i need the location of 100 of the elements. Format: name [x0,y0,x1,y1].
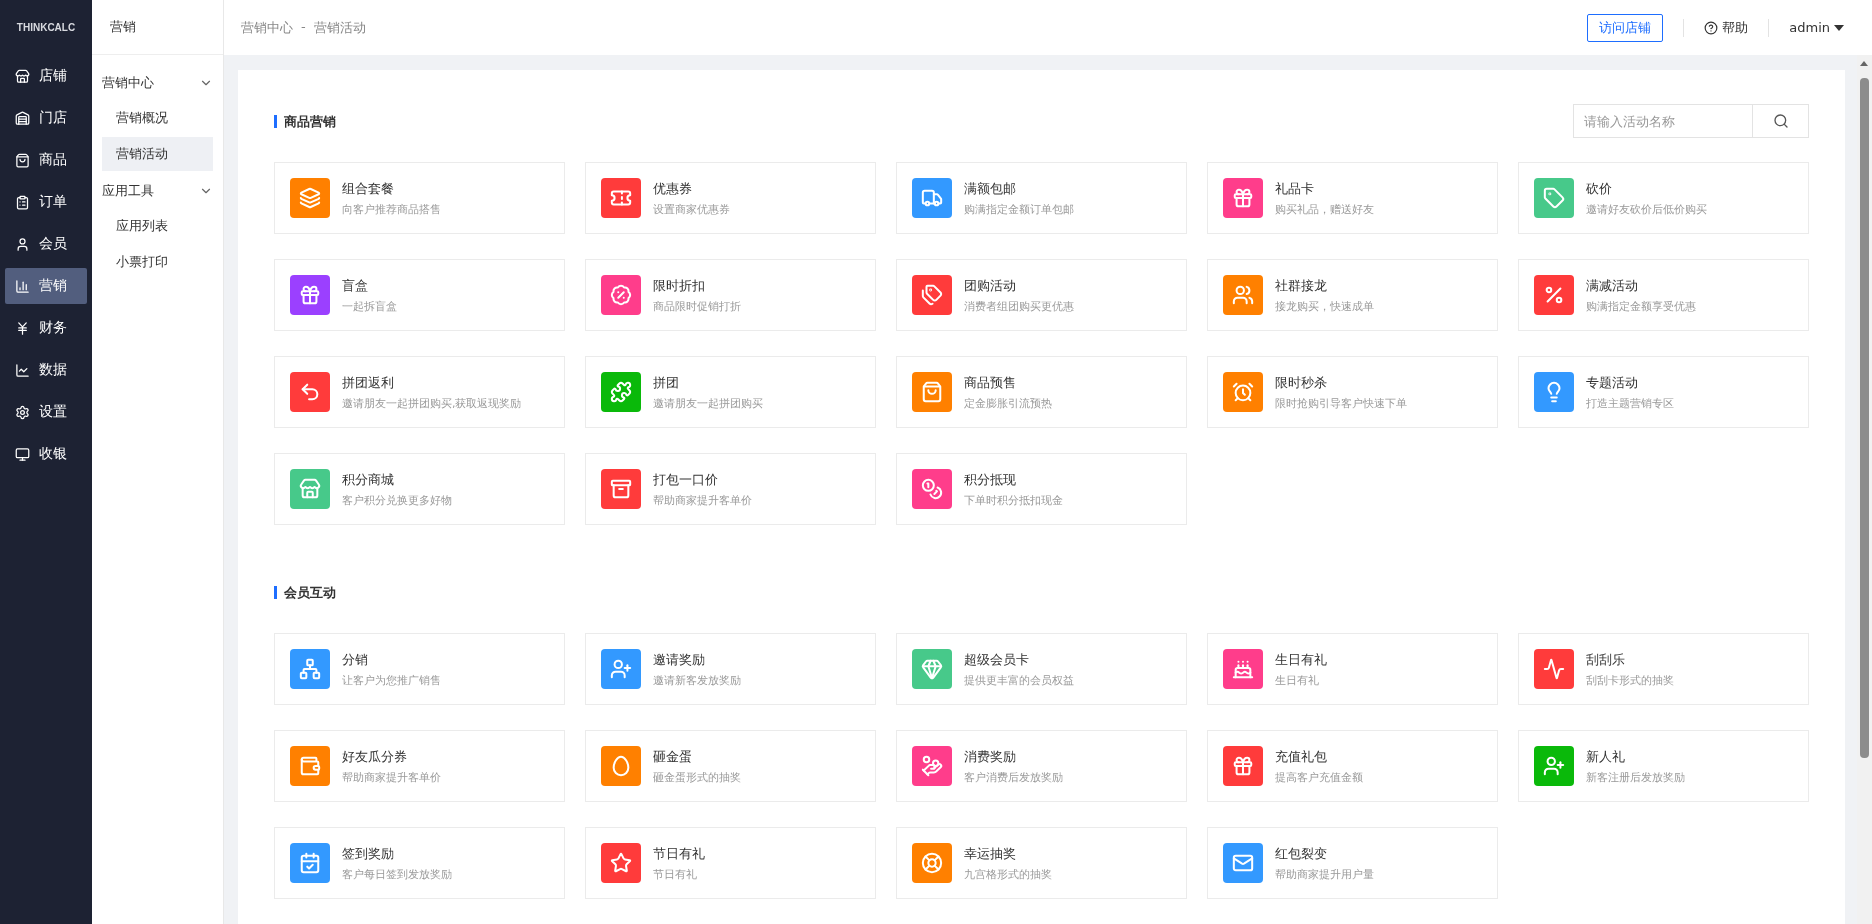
activity-description: 消费者组团购买更优惠 [964,298,1074,314]
activity-description: 设置商家优惠券 [653,201,730,217]
activity-card[interactable]: 好友瓜分券 帮助商家提升客单价 [274,730,565,802]
activity-description: 客户积分兑换更多好物 [342,492,452,508]
activity-card[interactable]: 刮刮乐 刮刮卡形式的抽奖 [1518,633,1809,705]
activity-title: 红包裂变 [1275,844,1328,863]
activity-card[interactable]: 砍价 邀请好友砍价后低价购买 [1518,162,1809,234]
activity-description: 下单时积分抵扣现金 [964,492,1063,508]
activity-card[interactable]: 邀请奖励 邀请新客发放奖励 [585,633,876,705]
activity-card[interactable]: 积分商城 客户积分兑换更多好物 [274,453,565,525]
activity-title: 限时折扣 [653,276,706,295]
activity-card[interactable]: 组合套餐 向客户推荐商品搭售 [274,162,565,234]
activity-title: 团购活动 [964,276,1017,295]
visit-store-button[interactable]: 访问店铺 [1587,13,1664,42]
puzzle-icon [610,381,632,403]
activity-title: 优惠券 [653,179,693,198]
activity-description: 限时抢购引导客户快速下单 [1275,395,1407,411]
search-field[interactable]: 请输入活动名称 [1573,104,1753,138]
submenu-title: 营销 [92,0,223,55]
activity-description: 向客户推荐商品搭售 [342,201,441,217]
nav-item[interactable]: 营销 [5,268,87,304]
search-button[interactable] [1753,104,1809,138]
monitor-icon [15,446,30,462]
user-menu[interactable]: admin [1789,20,1844,35]
section-title: 会员互动 [274,585,336,599]
nav-item[interactable]: 财务 [5,310,87,346]
activity-card[interactable]: 礼品卡 购买礼品，赠送好友 [1207,162,1498,234]
activity-description: 节日有礼 [653,866,698,882]
activity-card[interactable]: 消费奖励 客户消费后发放奖励 [896,730,1187,802]
activity-card[interactable]: 新人礼 新客注册后发放奖励 [1518,730,1809,802]
activity-card[interactable]: 专题活动 打造主题营销专区 [1518,356,1809,428]
activity-title: 超级会员卡 [964,650,1030,669]
activity-card[interactable]: 幸运抽奖 九宫格形式的抽奖 [896,827,1187,899]
submenu-item[interactable]: 营销概况 [102,101,213,135]
activity-title: 好友瓜分券 [342,747,408,766]
activity-description: 商品限时促销打折 [653,298,741,314]
activity-card[interactable]: 满减活动 购满指定金额享受优惠 [1518,259,1809,331]
activity-card[interactable]: 超级会员卡 提供更丰富的会员权益 [896,633,1187,705]
submenu-item[interactable]: 应用列表 [102,209,213,243]
activity-card[interactable]: 充值礼包 提高客户充值金额 [1207,730,1498,802]
activity-card[interactable]: 生日有礼 生日有礼 [1207,633,1498,705]
activity-description: 新客注册后发放奖励 [1586,769,1685,785]
nav-item[interactable]: 订单 [5,184,87,220]
mail-icon [1232,852,1254,874]
nav-item[interactable]: 数据 [5,352,87,388]
activity-card[interactable]: 团购活动 消费者组团购买更优惠 [896,259,1187,331]
activity-card[interactable]: 满额包邮 购满指定金额订单包邮 [896,162,1187,234]
activity-description: 购满指定金额订单包邮 [964,201,1074,217]
activity-card[interactable]: 分销 让客户为您推广销售 [274,633,565,705]
nav-item[interactable]: 门店 [5,100,87,136]
activity-description: 购满指定金额享受优惠 [1586,298,1696,314]
tag-icon [1543,187,1565,209]
activity-card[interactable]: 积分抵现 下单时积分抵扣现金 [896,453,1187,525]
nav-item[interactable]: 会员 [5,226,87,262]
activity-card[interactable]: 红包裂变 帮助商家提升用户量 [1207,827,1498,899]
activity-card[interactable]: 限时秒杀 限时抢购引导客户快速下单 [1207,356,1498,428]
help-link[interactable]: 帮助 [1704,18,1749,37]
activity-description: 帮助商家提升客单价 [653,492,752,508]
activity-description: 让客户为您推广销售 [342,672,441,688]
activity-title: 礼品卡 [1275,179,1315,198]
activity-title: 盲盒 [342,276,369,295]
submenu-group[interactable]: 营销中心 [102,65,213,101]
nav-item[interactable]: 设置 [5,394,87,430]
activity-card[interactable]: 拼团返利 邀请朋友一起拼团购买,获取返现奖励 [274,356,565,428]
nav-item[interactable]: 商品 [5,142,87,178]
activity-description: 砸金蛋形式的抽奖 [653,769,741,785]
submenu-item[interactable]: 小票打印 [102,245,213,279]
submenu-group[interactable]: 应用工具 [102,173,213,209]
zigzag-icon [1543,658,1565,680]
nav-item[interactable]: 店铺 [5,58,87,94]
bag-icon [15,152,30,168]
activity-title: 充值礼包 [1275,747,1328,766]
activity-card[interactable]: 签到奖励 客户每日签到发放奖励 [274,827,565,899]
activity-title: 社群接龙 [1275,276,1328,295]
caret-icon [1834,24,1844,31]
activity-title: 幸运抽奖 [964,844,1017,863]
activity-card[interactable]: 节日有礼 节日有礼 [585,827,876,899]
activity-title: 打包一口价 [653,470,719,489]
activity-card[interactable]: 砸金蛋 砸金蛋形式的抽奖 [585,730,876,802]
activity-card[interactable]: 商品预售 定金膨胀引流预热 [896,356,1187,428]
activity-card[interactable]: 社群接龙 接龙购买，快速成单 [1207,259,1498,331]
activity-title: 刮刮乐 [1586,650,1626,669]
activity-card[interactable]: 盲盒 一起拆盲盒 [274,259,565,331]
help-icon [1704,20,1719,35]
activity-card[interactable]: 优惠券 设置商家优惠券 [585,162,876,234]
activity-card[interactable]: 打包一口价 帮助商家提升客单价 [585,453,876,525]
tags-icon [921,284,943,306]
archive-box-icon [610,478,632,500]
activity-title: 满减活动 [1586,276,1639,295]
scrollbar[interactable] [1857,55,1872,924]
activity-description: 邀请朋友一起拼团购买,获取返现奖励 [342,395,522,411]
activity-card[interactable]: 拼团 邀请朋友一起拼团购买 [585,356,876,428]
nav-item[interactable]: 收银 [5,436,87,472]
gift-icon [1232,187,1254,209]
submenu-item[interactable]: 营销活动 [102,137,213,171]
activity-title: 砸金蛋 [653,747,693,766]
activity-card[interactable]: 限时折扣 商品限时促销打折 [585,259,876,331]
activity-title: 消费奖励 [964,747,1017,766]
breadcrumb-item[interactable]: 营销中心 [241,18,293,37]
percent-icon [1543,284,1565,306]
